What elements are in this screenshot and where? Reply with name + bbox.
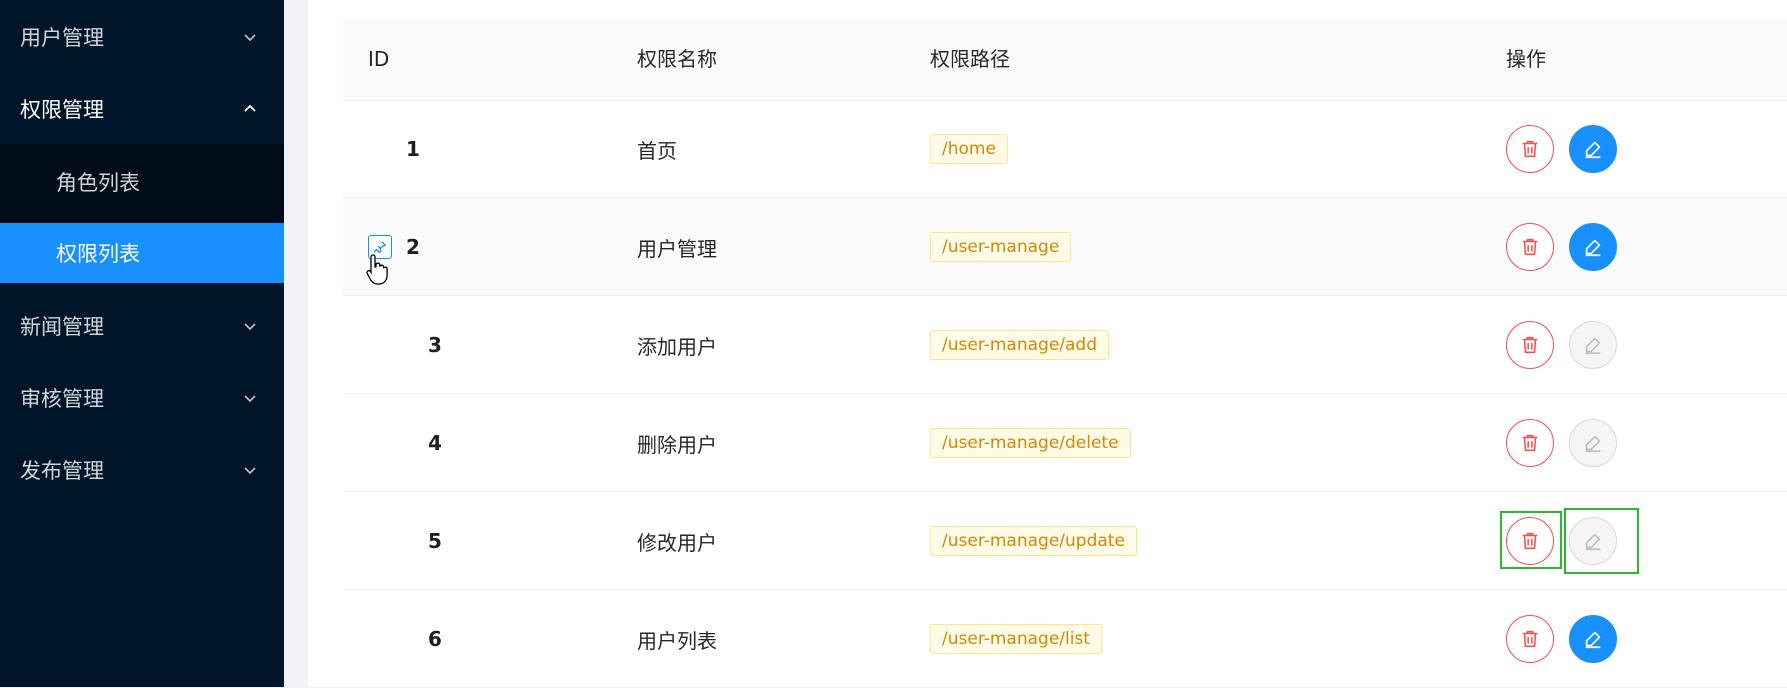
highlight-box xyxy=(1564,508,1639,574)
row-name: 首页 xyxy=(637,138,677,163)
highlight-box xyxy=(1500,511,1562,569)
trash-icon xyxy=(1522,140,1538,158)
row-name: 删除用户 xyxy=(637,432,717,457)
trash-icon xyxy=(1522,336,1538,354)
chevron-down-icon xyxy=(244,323,256,331)
menu-publish-manage[interactable]: 发布管理 xyxy=(0,434,284,506)
menu-permission-manage[interactable]: 权限管理 xyxy=(0,73,284,145)
edit-button-disabled[interactable] xyxy=(1569,419,1617,467)
row-id: 4 xyxy=(428,431,442,455)
table-row: 3 添加用户 /user-manage/add xyxy=(343,296,1787,394)
trash-icon xyxy=(1522,630,1538,648)
delete-button[interactable] xyxy=(1506,419,1554,467)
sidebar-menu: 用户管理 权限管理 角色列表 权限列表 新闻管理 审核管理 发布管理 xyxy=(0,0,284,687)
table-row: 4 删除用户 /user-manage/delete xyxy=(343,394,1787,492)
path-tag: /user-manage xyxy=(930,232,1072,262)
row-name: 用户管理 xyxy=(637,236,717,261)
row-id: 2 xyxy=(406,235,420,259)
chevron-down-icon xyxy=(244,34,256,42)
column-header-id: ID xyxy=(368,47,390,71)
menu-label: 用户管理 xyxy=(20,26,104,50)
menu-label: 新闻管理 xyxy=(20,315,104,339)
menu-audit-manage[interactable]: 审核管理 xyxy=(0,362,284,434)
trash-icon xyxy=(1522,434,1538,452)
menu-label: 发布管理 xyxy=(20,459,104,483)
column-header-actions: 操作 xyxy=(1506,47,1546,71)
pencil-icon xyxy=(1585,337,1601,355)
row-name: 修改用户 xyxy=(637,530,717,555)
column-header-name: 权限名称 xyxy=(637,47,717,71)
path-tag: /user-manage/update xyxy=(930,526,1137,556)
pencil-icon xyxy=(1585,239,1601,257)
delete-button[interactable] xyxy=(1506,321,1554,369)
row-name: 用户列表 xyxy=(637,628,717,653)
pencil-icon xyxy=(1585,631,1601,649)
chevron-down-icon xyxy=(244,467,256,475)
menu-user-manage[interactable]: 用户管理 xyxy=(0,1,284,73)
menu-label: 权限管理 xyxy=(20,98,104,122)
edit-button[interactable] xyxy=(1569,125,1617,173)
table-row: 5 修改用户 /user-manage/update xyxy=(343,492,1787,590)
edit-button-disabled[interactable] xyxy=(1569,321,1617,369)
pencil-icon xyxy=(1585,435,1601,453)
path-tag: /user-manage/list xyxy=(930,624,1102,654)
row-id: 1 xyxy=(406,137,420,161)
submenu-item-permission-list[interactable]: 权限列表 xyxy=(0,223,284,283)
submenu-label: 权限列表 xyxy=(56,242,140,266)
edit-button[interactable] xyxy=(1569,615,1617,663)
row-id: 5 xyxy=(428,529,442,553)
column-header-path: 权限路径 xyxy=(930,47,1010,71)
edit-button[interactable] xyxy=(1569,223,1617,271)
menu-label: 审核管理 xyxy=(20,387,104,411)
table-row: 2 用户管理 /user-manage xyxy=(343,198,1787,296)
chevron-down-icon xyxy=(244,395,256,403)
submenu-label: 角色列表 xyxy=(56,171,140,195)
row-name: 添加用户 xyxy=(637,334,717,359)
table-row: 6 用户列表 /user-manage/list xyxy=(343,590,1787,688)
path-tag: /home xyxy=(930,134,1008,164)
trash-icon xyxy=(1522,238,1538,256)
delete-button[interactable] xyxy=(1506,615,1554,663)
delete-button[interactable] xyxy=(1506,125,1554,173)
hand-cursor-icon xyxy=(366,254,388,285)
submenu-item-role-list[interactable]: 角色列表 xyxy=(0,152,284,212)
row-id: 3 xyxy=(428,333,442,357)
row-id: 6 xyxy=(428,627,442,651)
pencil-icon xyxy=(1585,141,1601,159)
delete-button[interactable] xyxy=(1506,223,1554,271)
chevron-up-icon xyxy=(244,104,256,112)
table-row: 1 首页 /home xyxy=(343,100,1787,198)
path-tag: /user-manage/add xyxy=(930,330,1110,360)
menu-news-manage[interactable]: 新闻管理 xyxy=(0,290,284,362)
path-tag: /user-manage/delete xyxy=(930,428,1131,458)
pin-icon xyxy=(373,241,387,254)
table-header: ID 权限名称 权限路径 操作 xyxy=(343,18,1787,101)
